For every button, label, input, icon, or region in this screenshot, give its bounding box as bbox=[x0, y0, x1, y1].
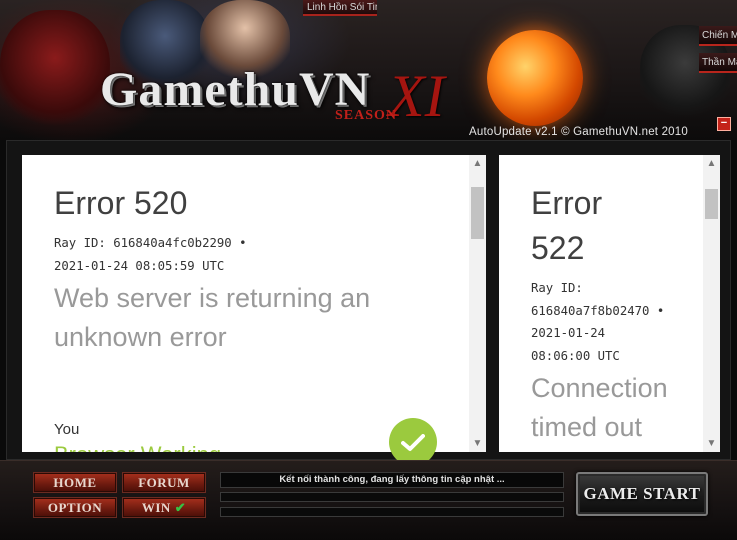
option-button[interactable]: OPTION bbox=[33, 497, 117, 518]
you-label: You bbox=[54, 421, 80, 438]
ray-id: Ray ID: 616840a4fc0b2290 • bbox=[54, 236, 247, 250]
check-icon: ✔ bbox=[174, 500, 187, 515]
error-timestamp: 2021-01-24 08:05:59 UTC bbox=[54, 259, 225, 273]
right-tab-divine-horse[interactable]: Thần Mã bbox=[699, 53, 737, 73]
scroll-thumb[interactable] bbox=[705, 189, 718, 219]
error-title-line-2: 522 bbox=[531, 230, 585, 266]
win-button[interactable]: WIN ✔ bbox=[122, 497, 206, 518]
fire-orb-art bbox=[487, 30, 583, 126]
error-description-line-2: timed out bbox=[531, 412, 643, 442]
logo-season: SEASON bbox=[335, 108, 398, 123]
error-title-line-1: Error bbox=[531, 185, 603, 221]
launcher-header: GamethuVN XI SEASON Linh Hồn Sói Tinh Ch… bbox=[0, 0, 737, 140]
progress-bar-file bbox=[220, 492, 564, 502]
scroll-up-icon[interactable]: ▲ bbox=[469, 155, 486, 172]
home-button[interactable]: HOME bbox=[33, 472, 117, 493]
top-tab-soul-wolf[interactable]: Linh Hồn Sói Tinh bbox=[303, 0, 377, 16]
version-label: AutoUpdate v2.1 © GamethuVN.net 2010 bbox=[469, 126, 688, 138]
news-panel-right: Error 522 Ray ID: 616840a7f8b02470 • 202… bbox=[499, 155, 720, 452]
game-start-button[interactable]: GAME START bbox=[576, 472, 708, 516]
browser-status: Browser Working bbox=[54, 442, 221, 452]
scroll-thumb[interactable] bbox=[471, 187, 484, 239]
scroll-down-icon[interactable]: ▼ bbox=[469, 435, 486, 452]
right-panel-scrollbar[interactable]: ▲ ▼ bbox=[703, 155, 720, 452]
error-description-line-1: Connection bbox=[531, 373, 668, 403]
right-tab-war-horse[interactable]: Chiến Mã bbox=[699, 26, 737, 46]
close-button[interactable]: − bbox=[717, 117, 731, 131]
warrior-art bbox=[0, 10, 110, 130]
left-panel-scrollbar[interactable]: ▲ ▼ bbox=[469, 155, 486, 452]
status-message: Kết nối thành công, đang lấy thông tin c… bbox=[220, 472, 564, 488]
scroll-up-icon[interactable]: ▲ bbox=[703, 155, 720, 172]
scroll-down-icon[interactable]: ▼ bbox=[703, 435, 720, 452]
logo-text: GamethuVN bbox=[100, 63, 371, 116]
error-time: 08:06:00 UTC bbox=[531, 349, 620, 363]
success-check-icon bbox=[389, 418, 437, 466]
error-description-line-2: unknown error bbox=[54, 322, 227, 352]
forum-button[interactable]: FORUM bbox=[122, 472, 206, 493]
progress-bar-total bbox=[220, 507, 564, 517]
news-panel-left: Error 520 Ray ID: 616840a4fc0b2290 • 202… bbox=[22, 155, 486, 452]
error-title: Error 520 bbox=[54, 185, 188, 221]
win-label: WIN bbox=[141, 500, 171, 515]
error-date: 2021-01-24 bbox=[531, 326, 606, 340]
ray-id-value: 616840a7f8b02470 • bbox=[531, 304, 665, 318]
error-description-line-1: Web server is returning an bbox=[54, 283, 371, 313]
ray-id-label: Ray ID: bbox=[531, 281, 583, 295]
